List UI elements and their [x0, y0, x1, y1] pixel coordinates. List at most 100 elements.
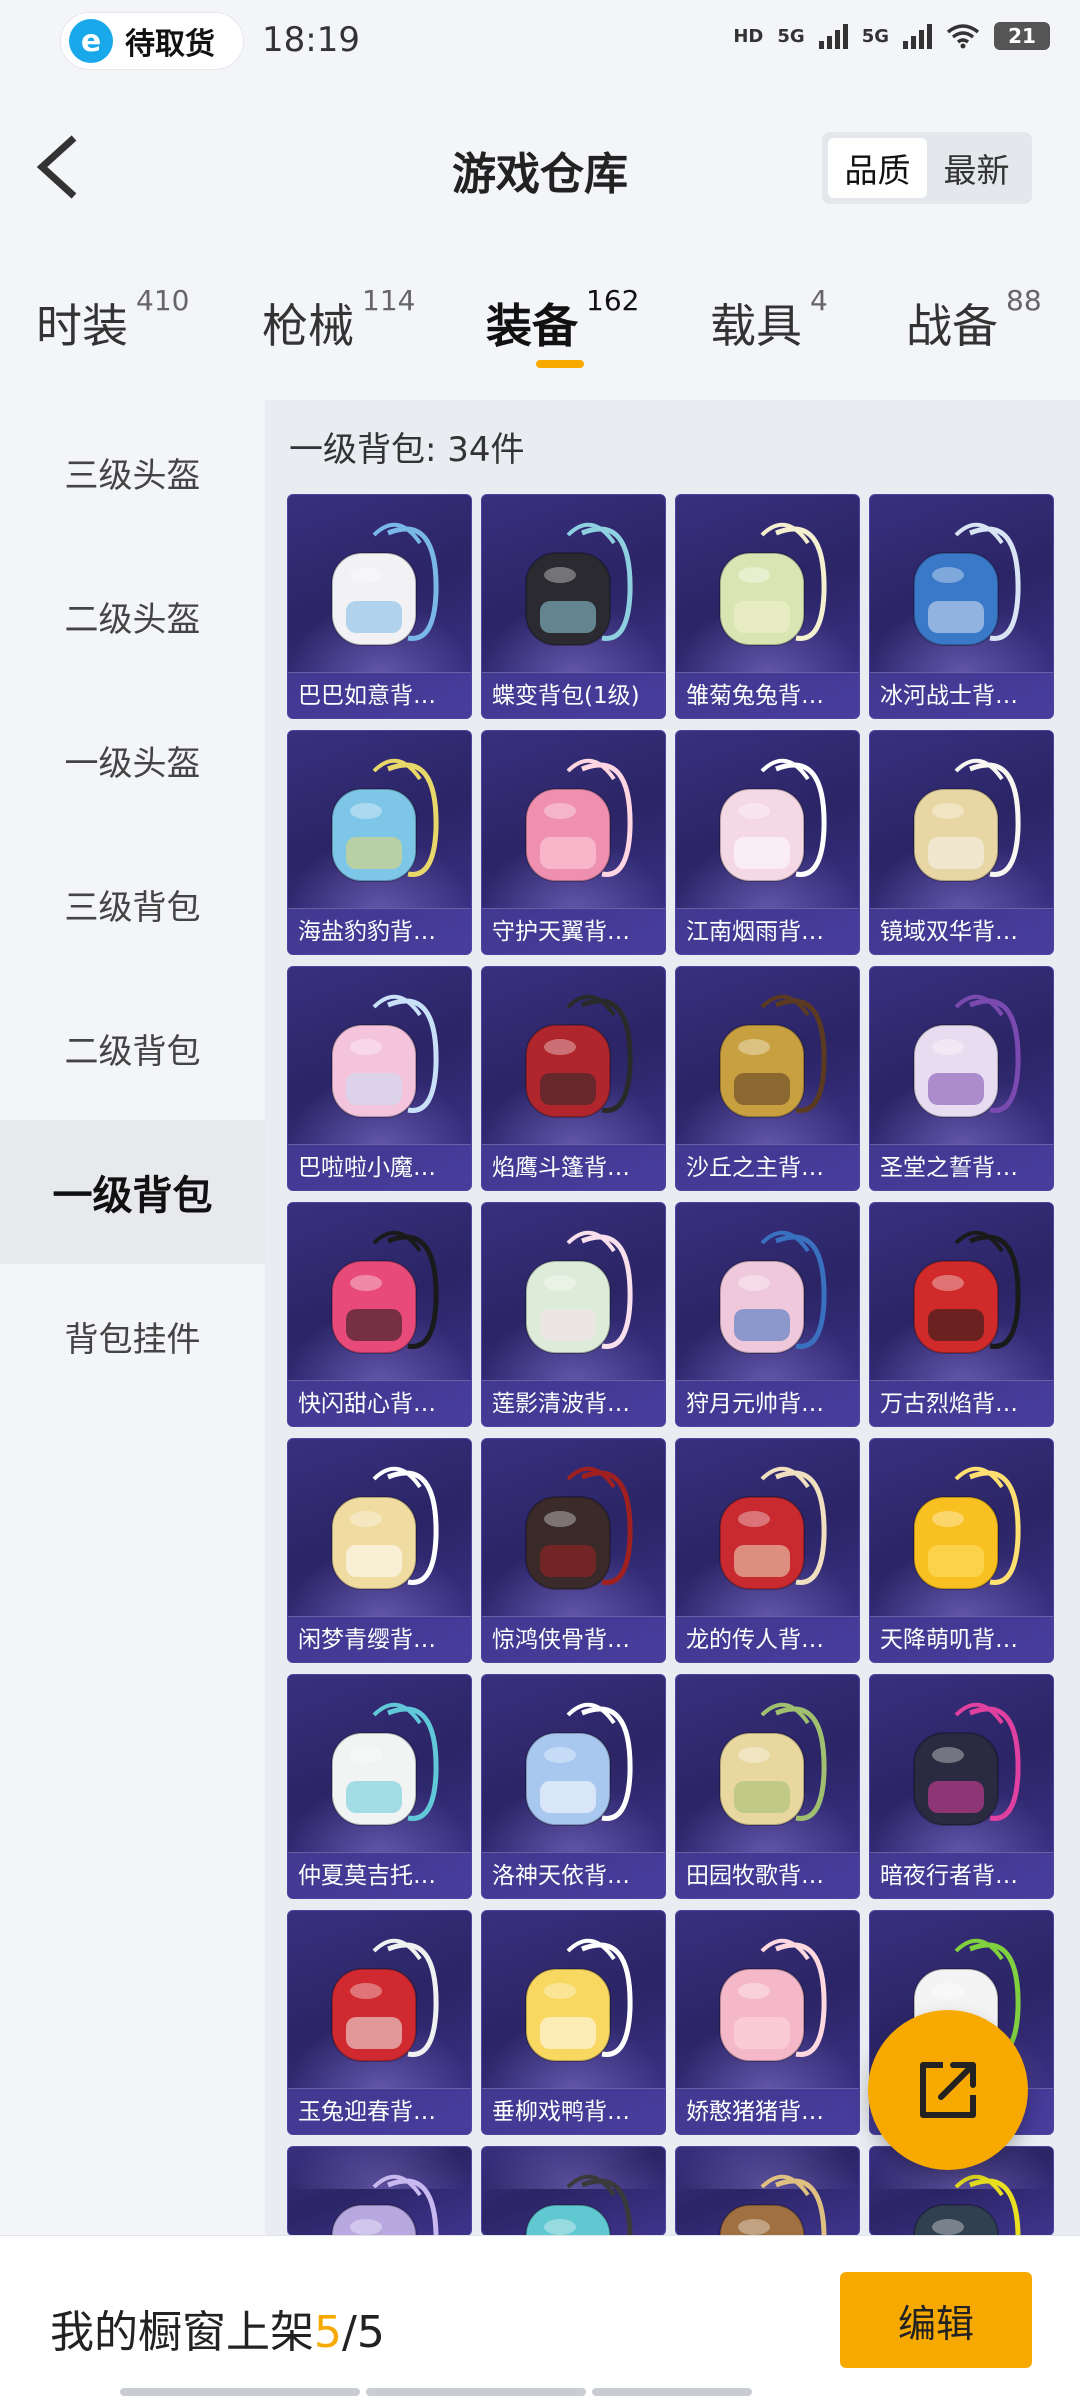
item-name: 巴啦啦小魔…: [288, 1144, 471, 1190]
item-card[interactable]: 万古烈焰背…: [869, 1202, 1054, 1427]
sidebar-item-level3-backpack[interactable]: 三级背包: [0, 832, 265, 976]
item-card[interactable]: 娇憨猪猪背…: [675, 1910, 860, 2135]
item-name: 莲影清波背…: [482, 1380, 665, 1426]
sort-option-quality[interactable]: 品质: [828, 138, 927, 198]
tab-vehicles[interactable]: 载具 4: [710, 284, 828, 356]
backpack-icon: [525, 758, 633, 882]
item-grid: 巴巴如意背… 蝶变背包(1级) 雏菊兔兔背… 冰河战士背… 海盐豹豹背… 守护天翼背… 江南…: [287, 494, 1054, 2235]
item-name: 惊鸿侠骨背…: [482, 1616, 665, 1662]
item-card[interactable]: 龙的传人背…: [675, 1438, 860, 1663]
item-card[interactable]: 守护天翼背…: [481, 730, 666, 955]
backpack-icon: [719, 1702, 827, 1826]
sidebar-item-level2-backpack[interactable]: 二级背包: [0, 976, 265, 1120]
backpack-icon: [331, 1938, 439, 2062]
backpack-icon: [331, 522, 439, 646]
tab-equipment[interactable]: 装备 162: [486, 284, 639, 356]
pending-pickup-pill[interactable]: e 待取货: [60, 12, 244, 70]
section-title: 一级背包: 34件: [289, 430, 525, 470]
item-card[interactable]: 冰河战士背…: [869, 494, 1054, 719]
sidebar-item-level3-helmet[interactable]: 三级头盔: [0, 400, 265, 544]
backpack-icon: [525, 522, 633, 646]
clock: 18:19: [262, 20, 360, 60]
item-card[interactable]: 暗夜行者背…: [869, 1674, 1054, 1899]
item-name: 海盐豹豹背…: [288, 908, 471, 954]
backpack-icon: [913, 522, 1021, 646]
sidebar-item-level1-backpack[interactable]: 一级背包: [0, 1120, 265, 1264]
item-name: 镜域双华背…: [870, 908, 1053, 954]
item-card[interactable]: [675, 2146, 860, 2235]
item-name: 狩月元帅背…: [676, 1380, 859, 1426]
item-card[interactable]: 闲梦青缨背…: [287, 1438, 472, 1663]
sidebar-item-level1-helmet[interactable]: 一级头盔: [0, 688, 265, 832]
gesture-bar: [120, 2388, 960, 2396]
item-card[interactable]: 沙丘之主背…: [675, 966, 860, 1191]
item-card[interactable]: [481, 2146, 666, 2235]
showcase-count: 5: [314, 2307, 342, 2358]
item-card[interactable]: 蝶变背包(1级): [481, 494, 666, 719]
subcategory-sidebar: 三级头盔 二级头盔 一级头盔 三级背包 二级背包 一级背包 背包挂件: [0, 400, 265, 1408]
backpack-icon: [719, 994, 827, 1118]
item-card[interactable]: 巴巴如意背…: [287, 494, 472, 719]
backpack-icon: [913, 1702, 1021, 1826]
e-logo-icon: e: [69, 19, 113, 63]
edit-button[interactable]: 编辑: [840, 2272, 1032, 2368]
item-card[interactable]: 惊鸿侠骨背…: [481, 1438, 666, 1663]
backpack-icon: [719, 2174, 827, 2235]
item-card[interactable]: 玉兔迎春背…: [287, 1910, 472, 2135]
item-name: 雏菊兔兔背…: [676, 672, 859, 718]
item-name: 垂柳戏鸭背…: [482, 2088, 665, 2134]
backpack-icon: [331, 1466, 439, 1590]
backpack-icon: [525, 1230, 633, 1354]
item-card[interactable]: 雏菊兔兔背…: [675, 494, 860, 719]
network-type-2: 5G: [861, 25, 889, 47]
item-name: 快闪甜心背…: [288, 1380, 471, 1426]
backpack-icon: [913, 994, 1021, 1118]
backpack-icon: [525, 1466, 633, 1590]
item-card[interactable]: 田园牧歌背…: [675, 1674, 860, 1899]
backpack-icon: [331, 1230, 439, 1354]
item-card[interactable]: 天降萌叽背…: [869, 1438, 1054, 1663]
item-card[interactable]: 狩月元帅背…: [675, 1202, 860, 1427]
item-card[interactable]: 圣堂之誓背…: [869, 966, 1054, 1191]
item-card[interactable]: 焰鹰斗篷背…: [481, 966, 666, 1191]
item-card[interactable]: 仲夏莫吉托…: [287, 1674, 472, 1899]
backpack-icon: [331, 2174, 439, 2235]
item-card[interactable]: 莲影清波背…: [481, 1202, 666, 1427]
network-type-1: 5G: [777, 25, 805, 47]
item-name: 龙的传人背…: [676, 1616, 859, 1662]
item-card[interactable]: [287, 2146, 472, 2235]
sidebar-item-level2-helmet[interactable]: 二级头盔: [0, 544, 265, 688]
battery-icon: 21: [994, 22, 1050, 50]
tab-firearms[interactable]: 枪械 114: [262, 284, 415, 356]
status-bar: e 待取货 18:19 HD 5G 5G 21: [0, 0, 1080, 80]
item-card[interactable]: 洛神天依背…: [481, 1674, 666, 1899]
sidebar-item-backpack-charm[interactable]: 背包挂件: [0, 1264, 265, 1408]
item-panel: 一级背包: 34件 巴巴如意背… 蝶变背包(1级) 雏菊兔兔背… 冰河战士背… 海盐豹豹…: [265, 400, 1080, 2235]
hd-icon: HD: [733, 25, 764, 47]
item-name: 洛神天依背…: [482, 1852, 665, 1898]
tab-supplies[interactable]: 战备 88: [906, 284, 1042, 356]
item-name: 圣堂之誓背…: [870, 1144, 1053, 1190]
tab-fashion[interactable]: 时装 410: [36, 284, 189, 356]
backpack-icon: [719, 758, 827, 882]
item-card[interactable]: 镜域双华背…: [869, 730, 1054, 955]
backpack-icon: [913, 1466, 1021, 1590]
showcase-status: 我的橱窗上架5/5: [50, 2296, 385, 2360]
backpack-icon: [525, 1938, 633, 2062]
backpack-icon: [913, 758, 1021, 882]
item-card[interactable]: 海盐豹豹背…: [287, 730, 472, 955]
backpack-icon: [525, 994, 633, 1118]
item-name: 仲夏莫吉托…: [288, 1852, 471, 1898]
system-icons: HD 5G 5G 21: [733, 22, 1050, 50]
item-card[interactable]: 江南烟雨背…: [675, 730, 860, 955]
item-card[interactable]: 巴啦啦小魔…: [287, 966, 472, 1191]
item-name: 江南烟雨背…: [676, 908, 859, 954]
share-button[interactable]: [868, 2010, 1028, 2170]
item-name: 冰河战士背…: [870, 672, 1053, 718]
item-name: 暗夜行者背…: [870, 1852, 1053, 1898]
item-card[interactable]: 垂柳戏鸭背…: [481, 1910, 666, 2135]
sort-option-newest[interactable]: 最新: [927, 138, 1026, 198]
backpack-icon: [331, 758, 439, 882]
item-card[interactable]: 快闪甜心背…: [287, 1202, 472, 1427]
backpack-icon: [525, 1702, 633, 1826]
